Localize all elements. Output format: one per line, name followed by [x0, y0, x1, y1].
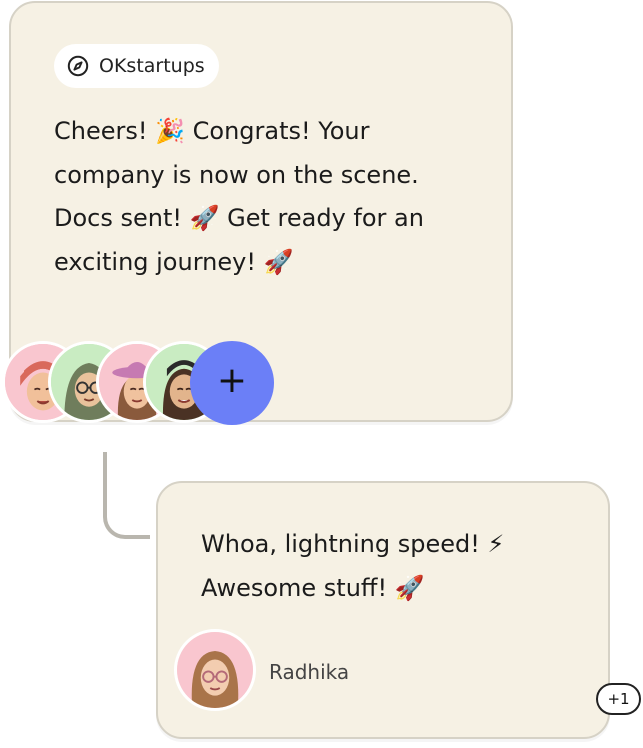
add-participant-button[interactable]: + [190, 341, 274, 425]
memoji-avatar-icon [177, 632, 253, 708]
post-message: Cheers! 🎉 Congrats! Your company is now … [54, 110, 424, 284]
reply-message: Whoa, lightning speed! ⚡ Awesome stuff! … [201, 523, 504, 610]
post-message-line: company is now on the scene. [54, 160, 419, 189]
source-name: OKstartups [99, 55, 205, 77]
reply-card: Whoa, lightning speed! ⚡ Awesome stuff! … [156, 481, 610, 739]
reply-message-line: Awesome stuff! 🚀 [201, 573, 425, 602]
author-name: Radhika [269, 660, 350, 684]
reply-message-line: Whoa, lightning speed! ⚡ [201, 530, 505, 558]
source-chip[interactable]: OKstartups [54, 44, 219, 88]
reaction-count-badge[interactable]: +1 [596, 683, 641, 715]
post-message-line: exciting journey! 🚀 [54, 247, 294, 276]
thread-connector [103, 452, 150, 539]
post-message-line: Docs sent! 🚀 Get ready for an [54, 204, 424, 232]
author-avatar[interactable] [174, 629, 256, 711]
compass-icon [67, 55, 89, 77]
thread-stage: OKstartups Cheers! 🎉 Congrats! Your comp… [0, 0, 643, 748]
post-message-line: Cheers! 🎉 Congrats! Your [54, 117, 370, 145]
